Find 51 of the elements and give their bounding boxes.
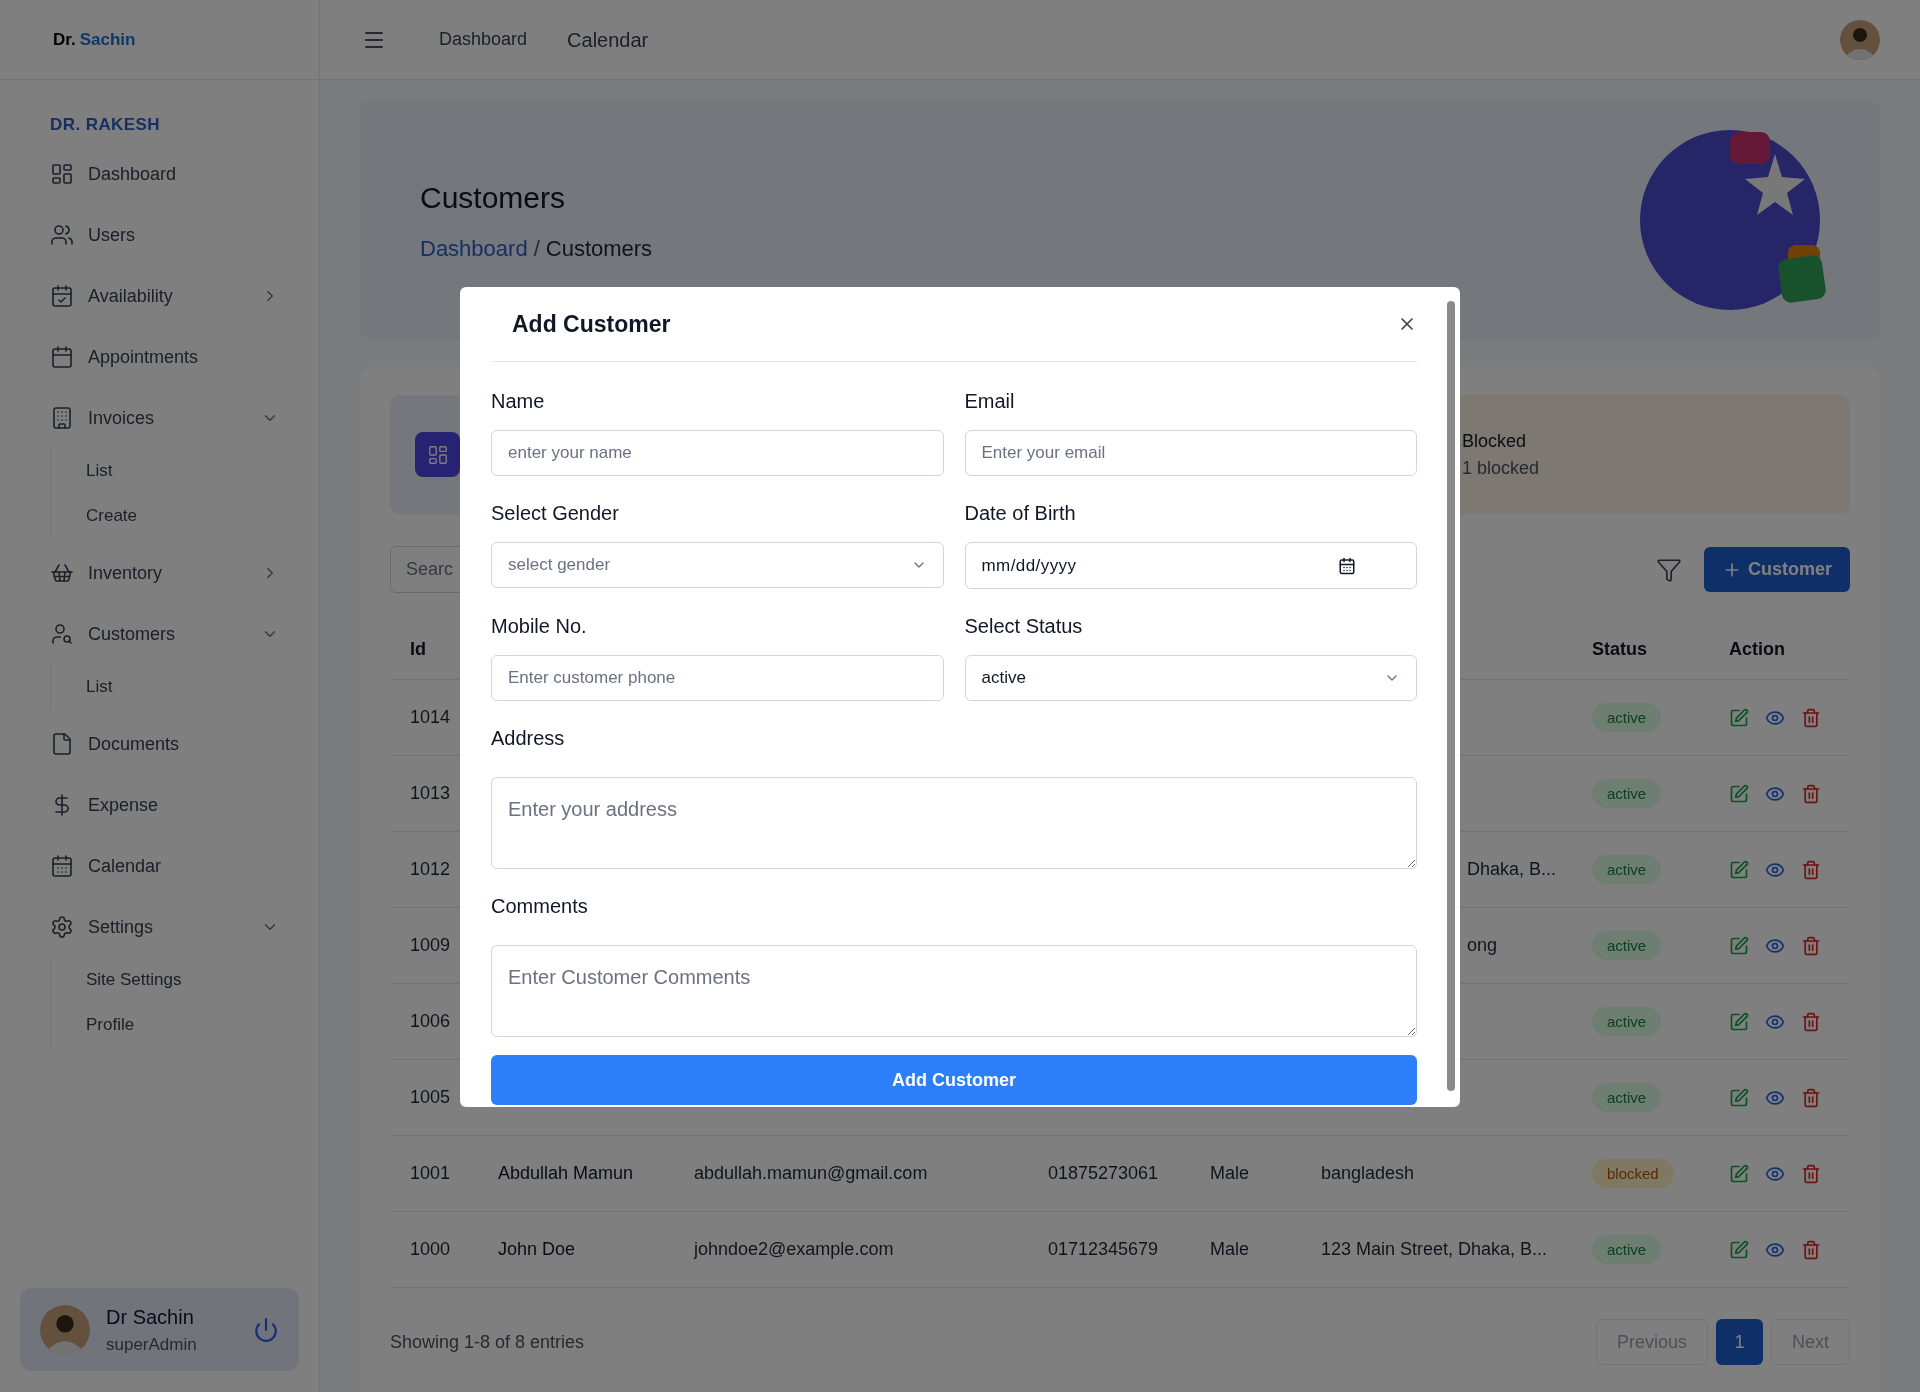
table-cell: ong — [1467, 935, 1498, 955]
table-cell: Abdullah Mamun — [498, 1163, 634, 1183]
table-cell: Male — [1210, 1163, 1249, 1183]
column-header: Action — [1729, 638, 1786, 661]
field-label: Comments — [491, 894, 589, 919]
table-cell: abdullah.mamun@gmail.com — [694, 1163, 928, 1183]
table-cell-text: 1000 — [410, 1238, 452, 1261]
status-badge: active — [1592, 855, 1662, 884]
field-label: Date of Birth — [964, 501, 1077, 526]
field-label: Select Gender — [491, 501, 620, 526]
field-label: Select Status — [964, 614, 1084, 639]
status-badge: active — [1592, 779, 1662, 808]
stat-title: Blocked — [1462, 429, 1528, 453]
status-badge: active — [1592, 931, 1662, 960]
page-title: Customers — [420, 180, 567, 216]
logo-name: Sachin — [79, 28, 136, 51]
dialog-title: Add Customer — [512, 309, 671, 339]
status-badge: active — [1592, 1083, 1662, 1112]
table-cell: 123 Main Street, Dhaka, B... — [1321, 1239, 1548, 1259]
field-label: Name — [491, 389, 546, 414]
status-badge: blocked — [1592, 1159, 1674, 1188]
table-cell-text: 1013 — [410, 782, 452, 805]
breadcrumb-separator: / — [533, 235, 540, 263]
field-label: Address — [491, 726, 566, 751]
entries-summary: Showing 1-8 of 8 entries — [390, 1330, 585, 1354]
status-badge: active — [1592, 1235, 1662, 1264]
stat-count: 1 blocked — [1462, 456, 1541, 480]
table-cell: John Doe — [498, 1239, 576, 1259]
field-label: Email — [964, 389, 1016, 414]
table-cell: bangladesh — [1321, 1163, 1415, 1183]
column-header: Id — [410, 638, 427, 661]
logo-prefix: Dr. — [53, 28, 76, 51]
table-cell-text: 1005 — [410, 1086, 452, 1109]
status-badge: active — [1592, 703, 1662, 732]
table-cell: 01875273061 — [1048, 1163, 1159, 1183]
user-role: superAdmin — [106, 1333, 198, 1356]
table-cell-text: 1012 — [410, 858, 452, 881]
breadcrumb-current: Customers — [545, 235, 653, 263]
table-cell: Dhaka, B... — [1467, 859, 1557, 879]
column-header: Status — [1592, 638, 1648, 661]
user-name: Dr Sachin — [106, 1304, 195, 1330]
table-cell-text: 1001 — [410, 1162, 452, 1185]
table-cell-text: 1014 — [410, 706, 452, 729]
table-cell: johndoe2@example.com — [694, 1239, 894, 1259]
table-cell: Male — [1210, 1239, 1249, 1259]
sidebar-heading: DR. RAKESH — [50, 114, 162, 136]
table-cell-text: 1009 — [410, 934, 452, 957]
table-cell-text: 1006 — [410, 1010, 452, 1033]
table-cell: 01712345679 — [1048, 1239, 1159, 1259]
field-label: Mobile No. — [491, 614, 588, 639]
status-badge: active — [1592, 1007, 1662, 1036]
